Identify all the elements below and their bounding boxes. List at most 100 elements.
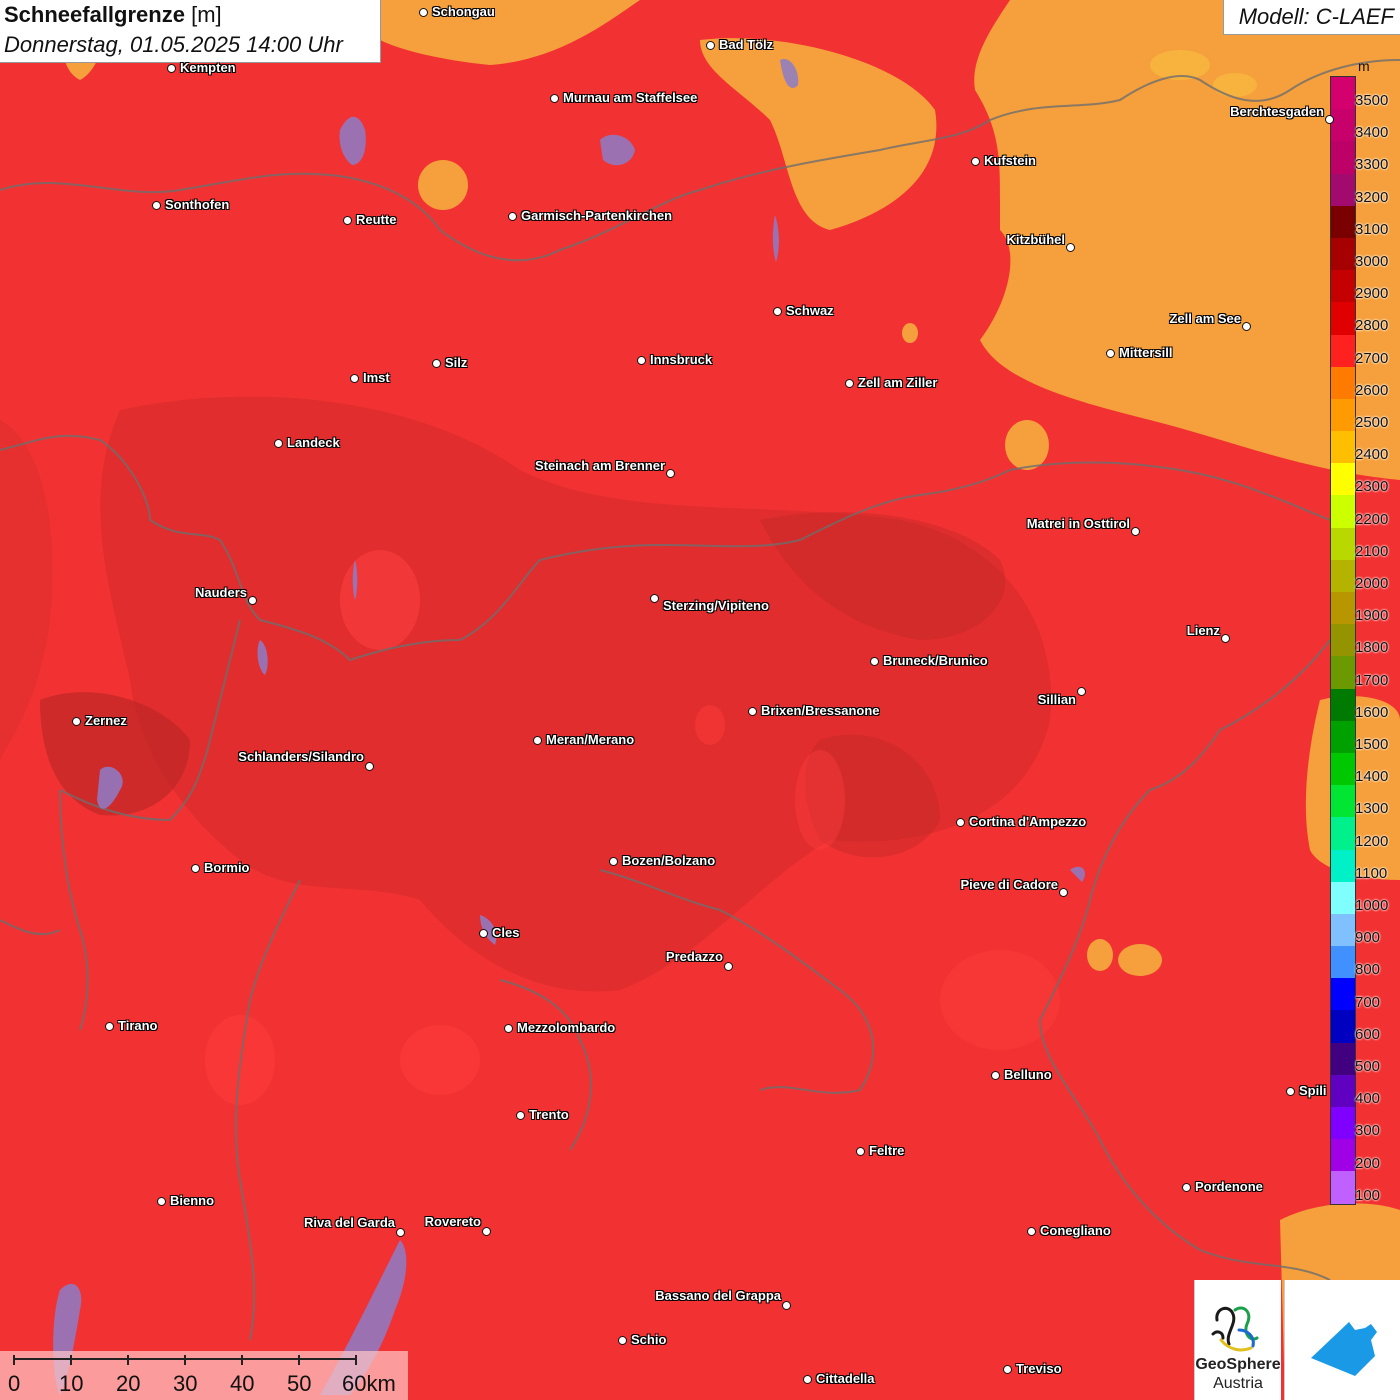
city-label[interactable]: Zell am See bbox=[1169, 311, 1241, 326]
city-label[interactable]: Bruneck/Brunico bbox=[883, 653, 988, 668]
city-label[interactable]: Kufstein bbox=[984, 153, 1036, 168]
city-marker-icon[interactable] bbox=[482, 1227, 491, 1236]
city-label[interactable]: Schwaz bbox=[786, 303, 834, 318]
city-marker-icon[interactable] bbox=[533, 736, 542, 745]
city-label[interactable]: Meran/Merano bbox=[546, 732, 634, 747]
city-marker-icon[interactable] bbox=[432, 359, 441, 368]
city-label[interactable]: Spili bbox=[1299, 1083, 1326, 1098]
city-marker-icon[interactable] bbox=[1066, 243, 1075, 252]
city-marker-icon[interactable] bbox=[1027, 1227, 1036, 1236]
city-label[interactable]: Conegliano bbox=[1040, 1223, 1111, 1238]
city-label[interactable]: Pieve di Cadore bbox=[960, 877, 1058, 892]
city-marker-icon[interactable] bbox=[274, 439, 283, 448]
city-label[interactable]: Rovereto bbox=[425, 1214, 481, 1229]
city-marker-icon[interactable] bbox=[1221, 634, 1230, 643]
city-marker-icon[interactable] bbox=[748, 707, 757, 716]
city-marker-icon[interactable] bbox=[479, 929, 488, 938]
city-label[interactable]: Zell am Ziller bbox=[858, 375, 937, 390]
city-label[interactable]: Treviso bbox=[1016, 1361, 1062, 1376]
city-label[interactable]: Schlanders/Silandro bbox=[238, 749, 364, 764]
city-marker-icon[interactable] bbox=[105, 1022, 114, 1031]
city-label[interactable]: Kempten bbox=[180, 60, 236, 75]
city-label[interactable]: Garmisch-Partenkirchen bbox=[521, 208, 672, 223]
city-label[interactable]: Bienno bbox=[170, 1193, 214, 1208]
city-label[interactable]: Reutte bbox=[356, 212, 396, 227]
city-label[interactable]: Cittadella bbox=[816, 1371, 875, 1386]
city-marker-icon[interactable] bbox=[508, 212, 517, 221]
city-label[interactable]: Nauders bbox=[195, 585, 247, 600]
partner-logo[interactable] bbox=[1284, 1280, 1400, 1400]
city-marker-icon[interactable] bbox=[650, 594, 659, 603]
city-marker-icon[interactable] bbox=[870, 657, 879, 666]
city-label[interactable]: Steinach am Brenner bbox=[535, 458, 665, 473]
city-marker-icon[interactable] bbox=[609, 857, 618, 866]
city-marker-icon[interactable] bbox=[856, 1147, 865, 1156]
city-marker-icon[interactable] bbox=[396, 1228, 405, 1237]
city-marker-icon[interactable] bbox=[152, 201, 161, 210]
city-marker-icon[interactable] bbox=[724, 962, 733, 971]
city-marker-icon[interactable] bbox=[845, 379, 854, 388]
city-label[interactable]: Brixen/Bressanone bbox=[761, 703, 880, 718]
city-label[interactable]: Cortina d'Ampezzo bbox=[969, 814, 1086, 829]
city-marker-icon[interactable] bbox=[1106, 349, 1115, 358]
city-label[interactable]: Kitzbühel bbox=[1007, 232, 1066, 247]
city-label[interactable]: Lienz bbox=[1187, 623, 1220, 638]
city-marker-icon[interactable] bbox=[365, 762, 374, 771]
city-marker-icon[interactable] bbox=[167, 64, 176, 73]
city-label[interactable]: Pordenone bbox=[1195, 1179, 1263, 1194]
city-marker-icon[interactable] bbox=[637, 356, 646, 365]
city-marker-icon[interactable] bbox=[971, 157, 980, 166]
city-marker-icon[interactable] bbox=[1131, 527, 1140, 536]
city-label[interactable]: Bormio bbox=[204, 860, 250, 875]
city-label[interactable]: Sterzing/Vipiteno bbox=[663, 598, 769, 613]
city-marker-icon[interactable] bbox=[343, 216, 352, 225]
city-marker-icon[interactable] bbox=[1182, 1183, 1191, 1192]
city-marker-icon[interactable] bbox=[248, 596, 257, 605]
city-label[interactable]: Imst bbox=[363, 370, 390, 385]
city-label[interactable]: Berchtesgaden bbox=[1230, 104, 1324, 119]
city-label[interactable]: Riva del Garda bbox=[304, 1215, 395, 1230]
city-label[interactable]: Trento bbox=[529, 1107, 569, 1122]
city-label[interactable]: Sonthofen bbox=[165, 197, 229, 212]
city-marker-icon[interactable] bbox=[72, 717, 81, 726]
city-marker-icon[interactable] bbox=[1286, 1087, 1295, 1096]
city-label[interactable]: Cles bbox=[492, 925, 519, 940]
city-label[interactable]: Landeck bbox=[287, 435, 340, 450]
city-marker-icon[interactable] bbox=[991, 1071, 1000, 1080]
city-marker-icon[interactable] bbox=[1325, 115, 1334, 124]
city-marker-icon[interactable] bbox=[706, 41, 715, 50]
city-marker-icon[interactable] bbox=[157, 1197, 166, 1206]
city-label[interactable]: Silz bbox=[445, 355, 467, 370]
city-marker-icon[interactable] bbox=[1059, 888, 1068, 897]
city-marker-icon[interactable] bbox=[419, 8, 428, 17]
city-marker-icon[interactable] bbox=[618, 1336, 627, 1345]
city-marker-icon[interactable] bbox=[1242, 322, 1251, 331]
city-marker-icon[interactable] bbox=[191, 864, 200, 873]
city-label[interactable]: Murnau am Staffelsee bbox=[563, 90, 697, 105]
city-label[interactable]: Sillian bbox=[1038, 692, 1076, 707]
city-marker-icon[interactable] bbox=[550, 94, 559, 103]
city-marker-icon[interactable] bbox=[504, 1024, 513, 1033]
city-label[interactable]: Matrei in Osttirol bbox=[1027, 516, 1130, 531]
city-marker-icon[interactable] bbox=[1077, 687, 1086, 696]
city-label[interactable]: Innsbruck bbox=[650, 352, 712, 367]
city-label[interactable]: Bozen/Bolzano bbox=[622, 853, 715, 868]
city-label[interactable]: Belluno bbox=[1004, 1067, 1052, 1082]
city-marker-icon[interactable] bbox=[773, 307, 782, 316]
city-label[interactable]: Mezzolombardo bbox=[517, 1020, 615, 1035]
city-marker-icon[interactable] bbox=[516, 1111, 525, 1120]
city-marker-icon[interactable] bbox=[350, 374, 359, 383]
city-label[interactable]: Bassano del Grappa bbox=[655, 1288, 781, 1303]
city-label[interactable]: Feltre bbox=[869, 1143, 904, 1158]
city-marker-icon[interactable] bbox=[803, 1375, 812, 1384]
city-marker-icon[interactable] bbox=[666, 469, 675, 478]
city-label[interactable]: Schio bbox=[631, 1332, 666, 1347]
city-label[interactable]: Schongau bbox=[432, 4, 495, 19]
city-marker-icon[interactable] bbox=[782, 1301, 791, 1310]
city-label[interactable]: Tirano bbox=[118, 1018, 158, 1033]
city-label[interactable]: Mittersill bbox=[1119, 345, 1172, 360]
city-label[interactable]: Bad Tölz bbox=[719, 37, 773, 52]
city-marker-icon[interactable] bbox=[956, 818, 965, 827]
geosphere-logo[interactable]: GeoSphere Austria bbox=[1194, 1280, 1281, 1400]
city-label[interactable]: Zernez bbox=[85, 713, 127, 728]
